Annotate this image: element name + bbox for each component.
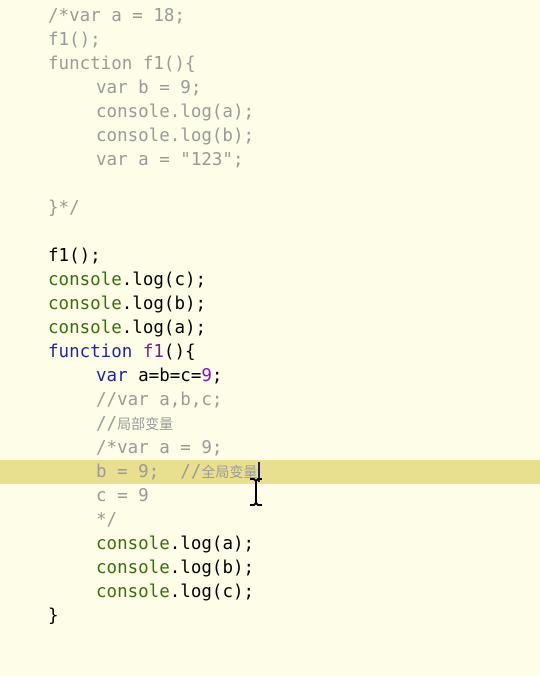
code-line[interactable]: console.log(a); [0,532,540,556]
code-line[interactable]: f1(); [0,28,540,52]
comment-text: function f1(){ [48,54,196,74]
code-text: .log(a); [169,534,255,554]
number-token: 9 [201,366,212,386]
code-line[interactable]: var b = 9; [0,76,540,100]
comment-text: console.log(b); [96,126,255,146]
object-token: console [96,534,170,554]
comment-text: */ [96,510,118,530]
code-line[interactable]: console.log(c); [0,580,540,604]
code-line[interactable]: function f1(){ [0,52,540,76]
code-editor[interactable]: /*var a = 18; f1(); function f1(){ var b… [0,0,540,631]
code-line[interactable]: var a=b=c=9; [0,364,540,388]
code-line[interactable]: function f1(){ [0,340,540,364]
keyword-token: var [96,366,128,386]
code-line[interactable]: console.log(b); [0,292,540,316]
code-text: (){ [163,342,196,362]
keyword-token: function [48,342,133,362]
function-name-token: f1 [142,342,164,362]
comment-text: var b = 9; [96,78,202,98]
object-token: console [48,318,122,338]
comment-text: f1(); [48,30,101,50]
code-line[interactable]: */ [0,508,540,532]
code-line[interactable]: console.log(c); [0,268,540,292]
code-line[interactable]: }*/ [0,196,540,220]
comment-text: /*var a = 18; [48,6,185,26]
code-text: f1(); [48,246,101,266]
code-text: a=b=c= [127,366,202,386]
code-text: .log(b); [121,294,207,314]
code-line[interactable]: console.log(b); [0,124,540,148]
comment-text: // [96,414,118,434]
code-text: .log(c); [121,270,207,290]
object-token: console [96,558,170,578]
code-line[interactable]: f1(); [0,244,540,268]
code-line[interactable]: } [0,604,540,628]
comment-text: 局部变量 [117,417,174,433]
current-line-highlight[interactable]: b = 9; //全局变量 [0,460,540,484]
object-token: console [48,270,122,290]
object-token: console [48,294,122,314]
code-line[interactable]: var a = "123"; [0,148,540,172]
comment-text: b = 9; // [96,462,202,482]
code-line-empty[interactable] [0,172,540,196]
comment-text: /*var a = 9; [96,438,223,458]
comment-text: var a = "123"; [96,150,244,170]
code-text: .log(c); [169,582,255,602]
code-line[interactable]: c = 9 [0,484,540,508]
code-line-empty[interactable] [0,220,540,244]
code-text: } [48,606,59,626]
code-line[interactable]: console.log(b); [0,556,540,580]
comment-text: }*/ [48,198,80,218]
comment-text: c = 9 [96,486,149,506]
code-text: .log(b); [169,558,255,578]
code-text: ; [211,366,223,386]
object-token: console [96,582,170,602]
code-line[interactable]: //var a,b,c; [0,388,540,412]
comment-text: //var a,b,c; [96,390,223,410]
code-text: .log(a); [121,318,207,338]
code-line[interactable]: console.log(a); [0,100,540,124]
code-line[interactable]: /*var a = 18; [0,4,540,28]
code-line[interactable]: console.log(a); [0,316,540,340]
i-beam-icon [250,478,262,506]
comment-text: console.log(a); [96,102,255,122]
code-line[interactable]: /*var a = 9; [0,436,540,460]
code-line[interactable]: //局部变量 [0,412,540,436]
